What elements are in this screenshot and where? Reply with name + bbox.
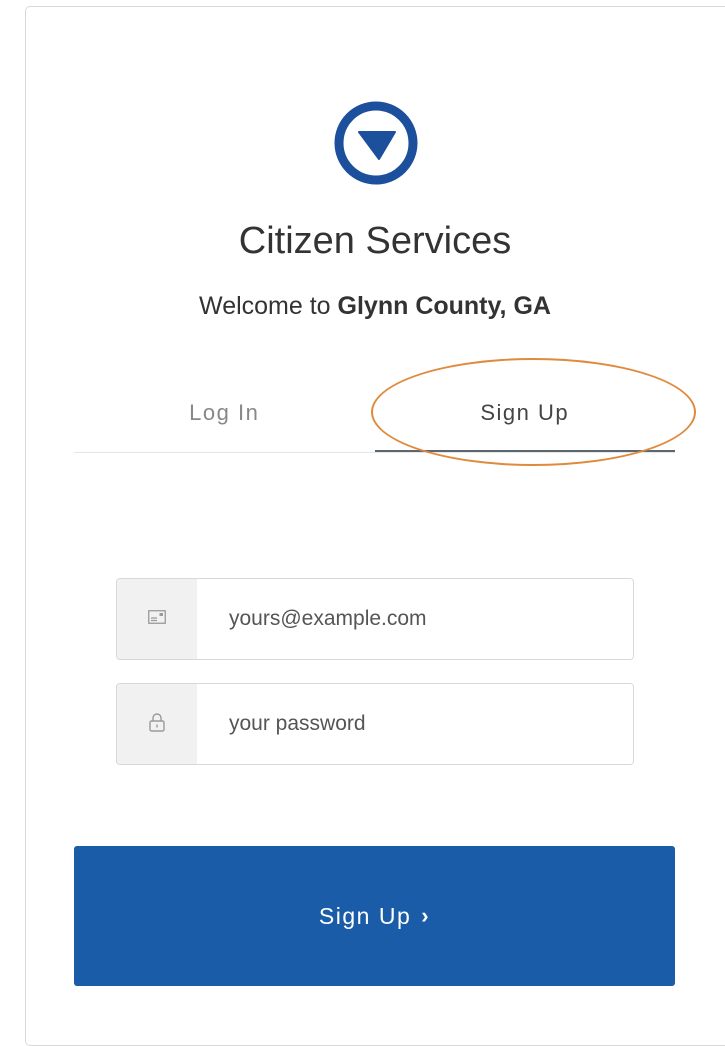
organization-name: Glynn County, GA [337,292,551,320]
chevron-right-icon: › [421,903,431,928]
sign-up-button-label: Sign Up [318,902,412,929]
envelope-icon [148,609,166,629]
password-field [116,683,634,765]
page-title: Citizen Services [238,220,512,262]
welcome-text: Welcome to Glynn County, GA [0,288,725,324]
tab-log-in[interactable]: Log In [74,380,375,452]
email-field [116,578,634,660]
lock-icon [149,712,165,737]
email-addon [117,579,197,659]
auth-tabs: Log In Sign Up [74,380,675,453]
password-input[interactable] [197,684,633,764]
logo-icon [332,99,420,187]
password-addon [117,684,197,764]
welcome-prefix: Welcome to [199,292,338,320]
email-input[interactable] [197,579,633,659]
tab-sign-up[interactable]: Sign Up [374,380,675,452]
sign-up-button[interactable]: Sign Up › [74,846,675,986]
